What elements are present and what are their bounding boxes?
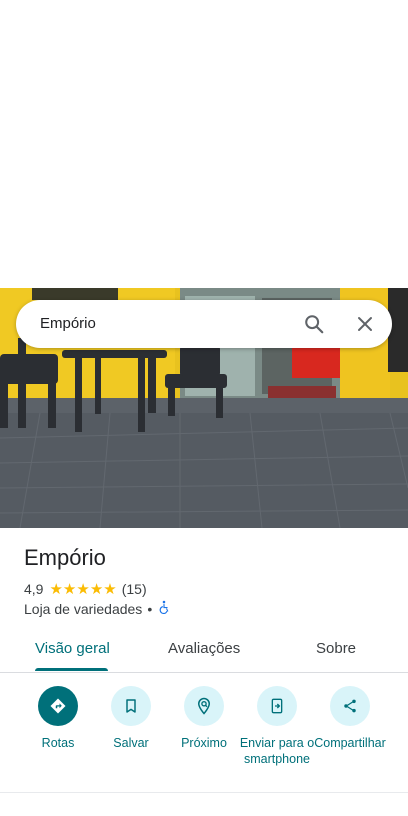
share-label: Compartilhar [314,736,386,750]
star-icon: ★ [76,580,90,598]
send-to-phone-label: Enviar para o smartphone [239,736,315,766]
search-input[interactable]: Empório [40,315,96,332]
star-icon: ★ [49,580,63,598]
tab-about[interactable]: Sobre [316,640,356,657]
section-divider [0,792,408,793]
reviews-count[interactable]: (15) [122,581,147,597]
rating-stars: ★ ★ ★ ★ ★ [49,582,116,597]
tab-bar: Visão geral Avaliações Sobre [0,626,408,673]
send-to-phone-button[interactable]: Enviar para o smartphone [237,686,317,767]
star-icon: ★ [62,580,77,598]
active-tab-indicator [35,668,108,671]
rating-row[interactable]: 4,9 ★ ★ ★ ★ ★ (15) [24,580,147,598]
nearby-button[interactable]: Próximo [164,686,244,751]
bookmark-icon [111,686,151,726]
directions-button[interactable]: Rotas [18,686,98,751]
rating-value: 4,9 [24,581,44,597]
tab-reviews[interactable]: Avaliações [168,640,240,657]
search-bar[interactable]: Empório [16,300,392,348]
directions-label: Rotas [41,736,75,750]
place-title: Empório [24,545,106,570]
star-icon: ★ [103,580,117,598]
nearby-label: Próximo [181,736,227,750]
send-to-phone-icon [257,686,297,726]
map-blank-area [0,0,408,288]
save-label: Salvar [113,736,149,750]
directions-icon [38,686,78,726]
separator: • [147,600,153,617]
share-icon [330,686,370,726]
save-button[interactable]: Salvar [91,686,171,751]
close-icon[interactable] [351,310,379,338]
search-icon[interactable] [300,310,328,338]
action-buttons: Rotas Salvar Próximo Enviar para o smart… [0,686,408,786]
place-category: Loja de variedades [24,600,143,617]
share-button[interactable]: Compartilhar [310,686,390,751]
nearby-icon [184,686,224,726]
tab-overview[interactable]: Visão geral [35,640,110,657]
wheelchair-icon [157,600,171,617]
category-row: Loja de variedades • [24,600,171,617]
star-icon: ★ [89,580,104,598]
